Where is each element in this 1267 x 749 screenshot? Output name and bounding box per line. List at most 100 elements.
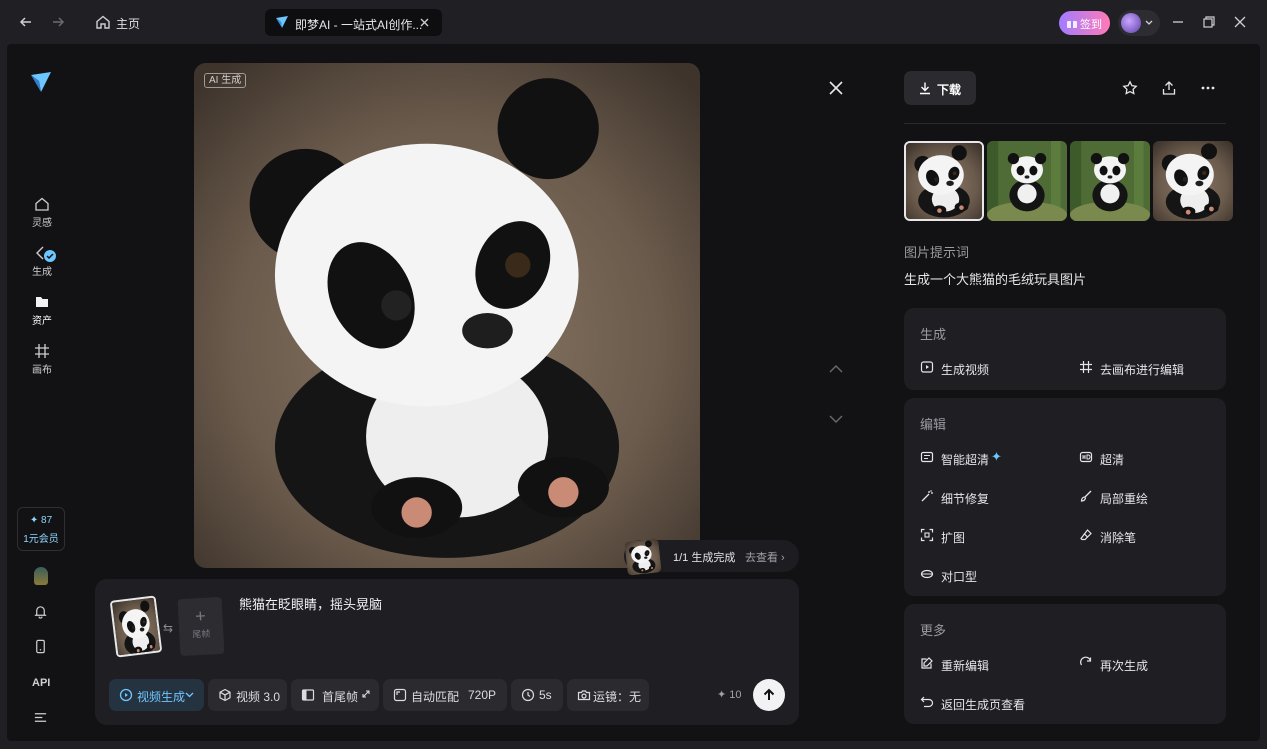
credits-value: ✦ 87 [29, 515, 53, 526]
avatar [1121, 13, 1141, 33]
generate-section: 生成 生成视频 去画布进行编辑 [904, 308, 1226, 390]
section-title: 生成 [920, 327, 947, 342]
membership-label: 1元会员 [23, 534, 59, 545]
panda-plush-image [194, 63, 700, 568]
first-frame-thumbnail[interactable] [109, 595, 163, 658]
previous-arrow-icon[interactable] [828, 361, 844, 377]
next-arrow-icon[interactable] [828, 411, 844, 427]
variant-thumbnail[interactable] [904, 141, 984, 221]
credit-cost: ✦ 10 [717, 689, 742, 701]
image-prompt-label: 图片提示词 [904, 245, 970, 260]
duration-select[interactable]: 5s [511, 679, 563, 711]
end-frame-label: 尾帧 [192, 628, 211, 640]
magic-wand-icon [921, 490, 933, 502]
variant-thumbnail[interactable] [987, 141, 1067, 221]
edit-section: 编辑 智能超清 ✦ 超清 细节修复 局部重绘 扩图 消除笔 对口型 [904, 398, 1226, 596]
divider [904, 123, 1226, 124]
window-close-icon[interactable] [1232, 14, 1248, 30]
close-tab-icon[interactable] [419, 17, 430, 28]
aspect-ratio-icon [393, 688, 407, 702]
ratio-select[interactable]: 自动匹配 720P [383, 679, 507, 711]
nav-label: 画布 [32, 365, 52, 376]
resolution-label: 720P [468, 688, 497, 702]
mobile-icon[interactable] [33, 639, 48, 654]
share-icon[interactable] [1161, 80, 1177, 96]
back-arrow-icon[interactable] [18, 14, 34, 30]
generated-image[interactable] [194, 63, 700, 568]
video-mode-icon [119, 688, 133, 702]
bell-icon[interactable] [33, 604, 48, 619]
signin-label: 签到 [1080, 19, 1102, 31]
download-button[interactable]: 下载 [904, 71, 976, 105]
download-label: 下载 [937, 83, 962, 97]
camera-icon [577, 690, 591, 701]
status-text: 1/1 生成完成 [673, 552, 736, 564]
nav-item-canvas[interactable]: 画布 [25, 343, 59, 376]
variant-thumbnail[interactable] [1070, 141, 1150, 221]
smart-upscale-icon [920, 451, 934, 463]
hd-icon [1079, 451, 1093, 463]
close-viewer-icon[interactable] [828, 80, 844, 96]
nav-label: 资产 [32, 316, 52, 327]
chevron-down-icon [1145, 20, 1153, 25]
expand-icon [362, 690, 370, 698]
home-tab-label[interactable]: 主页 [116, 15, 140, 32]
more-section: 更多 重新编辑 再次生成 返回生成页查看 [904, 604, 1226, 724]
prompt-panel: ⇆ + 尾帧 熊猫在眨眼睛，摇头晃脑 视频生成 视频 3.0 首尾帧 自动匹配 … [95, 579, 799, 725]
section-title: 更多 [920, 623, 947, 638]
download-icon [920, 82, 930, 95]
menu-icon[interactable] [33, 710, 48, 725]
model-select[interactable]: 视频 3.0 [208, 679, 287, 711]
canvas-icon [35, 344, 49, 358]
prompt-input[interactable]: 熊猫在眨眼睛，摇头晃脑 [239, 594, 382, 613]
generation-status[interactable]: 1/1 生成完成 去查看 › [624, 540, 799, 572]
nav-item-inspiration[interactable]: 灵感 [25, 196, 59, 229]
more-icon[interactable] [1200, 80, 1216, 96]
variant-thumbnail[interactable] [1153, 141, 1233, 221]
api-link[interactable]: API [32, 677, 50, 689]
forward-arrow-icon[interactable] [50, 14, 66, 30]
clock-icon [521, 688, 535, 702]
submit-button[interactable] [753, 679, 785, 711]
camera-select[interactable]: 运镜：无 [567, 679, 649, 711]
ratio-label: 自动匹配 [411, 690, 460, 704]
swap-frames-icon[interactable]: ⇆ [163, 621, 173, 635]
eraser-icon [1080, 529, 1092, 541]
gift-icon [1067, 21, 1077, 28]
home-icon [35, 197, 49, 211]
end-frame-slot[interactable]: + 尾帧 [177, 596, 225, 657]
chevron-down-icon [185, 692, 194, 698]
check-badge-icon [44, 250, 56, 262]
signin-button[interactable]: 签到 [1059, 11, 1110, 35]
edit-icon [921, 657, 933, 669]
frames-icon [301, 689, 315, 701]
mode-label: 视频生成 [137, 690, 186, 704]
credits-badge[interactable]: ✦ 87 1元会员 [17, 507, 65, 551]
home-icon[interactable] [95, 14, 111, 30]
lips-icon [920, 569, 934, 579]
refresh-icon [1080, 656, 1092, 666]
frames-select[interactable]: 首尾帧 [291, 679, 379, 711]
star-icon[interactable] [1122, 80, 1138, 96]
section-title: 编辑 [920, 417, 947, 432]
nav-label: 灵感 [32, 218, 52, 229]
tab-title: 即梦AI - 一站式AI创作... [295, 18, 423, 32]
jimeng-logo-icon [276, 16, 288, 28]
account-menu[interactable] [1118, 10, 1160, 36]
view-link[interactable]: 去查看 › [745, 549, 785, 565]
browser-tab[interactable]: 即梦AI - 一站式AI创作... [265, 9, 442, 36]
status-thumbnail [624, 538, 661, 575]
restore-icon[interactable] [1201, 14, 1217, 30]
ai-generated-badge: AI 生成 [204, 73, 247, 88]
play-icon [920, 361, 934, 373]
nav-item-generate[interactable]: 生成 [25, 245, 59, 278]
nav-item-assets[interactable]: 资产 [25, 294, 59, 327]
sparkle-icon: ✦ [991, 449, 1002, 464]
arrow-up-icon [763, 688, 775, 700]
jimeng-logo-icon[interactable] [29, 70, 53, 94]
mode-select[interactable]: 视频生成 [109, 679, 204, 711]
minimize-icon[interactable] [1170, 14, 1186, 30]
camera-label: 运镜：无 [593, 690, 642, 704]
expand-icon [920, 528, 934, 542]
character-avatar-icon[interactable] [34, 567, 48, 585]
